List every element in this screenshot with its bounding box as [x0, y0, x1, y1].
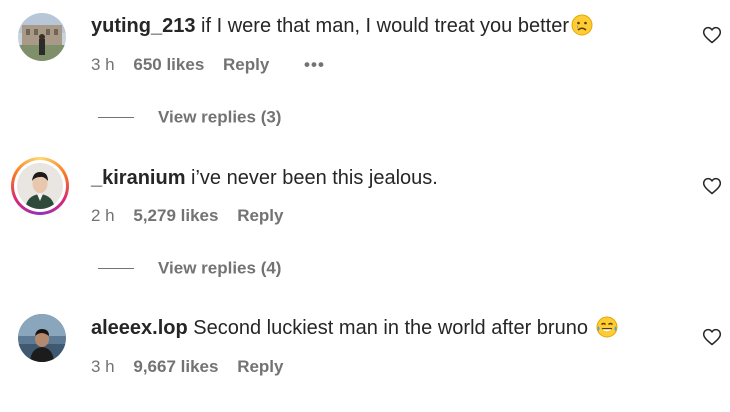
- story-ring[interactable]: [11, 157, 69, 215]
- comment-meta: 2 h 5,279 likes Reply: [91, 206, 297, 226]
- comment-body: i’ve never been this jealous.: [191, 167, 438, 189]
- divider-line: [98, 117, 134, 119]
- comment-body: Second luckiest man in the world after b…: [193, 317, 588, 339]
- avatar[interactable]: [18, 13, 66, 61]
- divider-line: [98, 268, 134, 270]
- comment-time: 3 h: [91, 55, 115, 74]
- comment-text-line: aleeex.lop Second luckiest man in the wo…: [91, 316, 618, 344]
- comment-likes[interactable]: 5,279 likes: [133, 206, 218, 225]
- comment-likes[interactable]: 9,667 likes: [133, 357, 218, 376]
- heart-icon[interactable]: [702, 25, 722, 45]
- comment-text-line: _kiranium i’ve never been this jealous.: [91, 166, 438, 190]
- comment-username[interactable]: _kiranium: [91, 167, 185, 189]
- avatar-photo: [17, 163, 63, 209]
- view-replies-button[interactable]: View replies (3): [98, 107, 281, 129]
- tears-of-joy-emoji-icon: [596, 316, 618, 344]
- avatar[interactable]: [18, 314, 66, 362]
- view-replies-label: View replies (3): [158, 107, 282, 127]
- comment-meta: 3 h 9,667 likes Reply: [91, 357, 297, 377]
- comment-text-line: yuting_213 if I were that man, I would t…: [91, 14, 593, 42]
- comment-time: 3 h: [91, 357, 115, 376]
- avatar: [17, 163, 63, 209]
- more-options-icon[interactable]: •••: [304, 55, 325, 74]
- comment-body: if I were that man, I would treat you be…: [201, 15, 570, 37]
- view-replies-button[interactable]: View replies (4): [98, 258, 281, 280]
- comment-username[interactable]: aleeex.lop: [91, 317, 188, 339]
- view-replies-label: View replies (4): [158, 258, 282, 278]
- reply-button[interactable]: Reply: [237, 206, 283, 225]
- avatar-photo: [18, 13, 66, 61]
- heart-icon[interactable]: [702, 176, 722, 196]
- reply-button[interactable]: Reply: [237, 357, 283, 376]
- comment-meta: 3 h 650 likes Reply •••: [91, 55, 339, 75]
- comment-username[interactable]: yuting_213: [91, 15, 195, 37]
- comment-likes[interactable]: 650 likes: [133, 55, 204, 74]
- avatar-photo: [18, 314, 66, 362]
- sad-face-emoji-icon: [571, 14, 593, 42]
- heart-icon[interactable]: [702, 327, 722, 347]
- reply-button[interactable]: Reply: [223, 55, 269, 74]
- comment-time: 2 h: [91, 206, 115, 225]
